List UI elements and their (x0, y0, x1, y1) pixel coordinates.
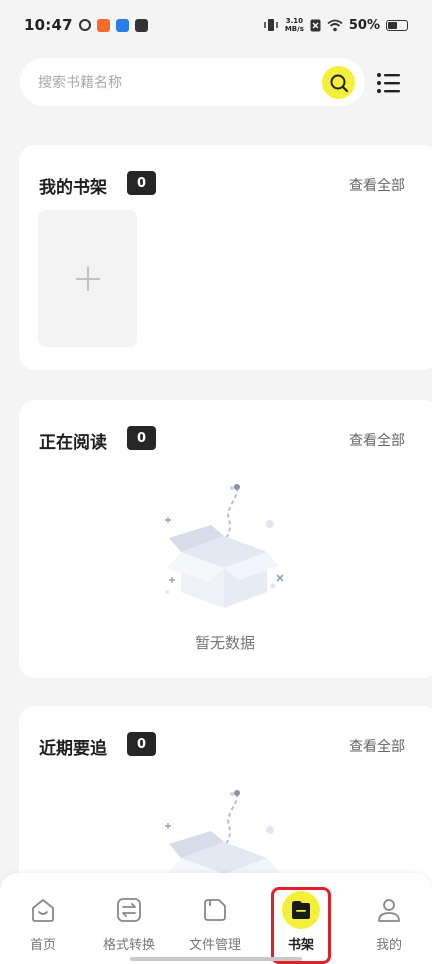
battery-percent: 50% (348, 17, 380, 33)
section-title: 近期要追 (39, 739, 107, 759)
net-speed-value: 3.10 (285, 17, 303, 25)
section-title: 我的书架 (39, 178, 107, 198)
app-notification-icon (78, 19, 91, 31)
status-bar: 10:47 3.10 MB/s 50% (0, 0, 432, 50)
count-badge: 0 (127, 732, 156, 756)
nav-label: 首页 (29, 938, 56, 953)
view-all-link[interactable]: 查看全部 (349, 736, 405, 756)
section-title: 正在阅读 (39, 433, 107, 453)
search-bar[interactable]: 搜索书籍名称 (20, 58, 365, 106)
status-time: 10:47 (24, 16, 73, 34)
status-right: 3.10 MB/s 50% (263, 17, 408, 33)
home-indicator[interactable] (130, 957, 302, 961)
nav-item-files[interactable]: 文件管理 (172, 873, 258, 964)
count-badge: 0 (127, 171, 156, 195)
message-icon (134, 18, 148, 32)
net-speed: 3.10 MB/s (285, 17, 304, 33)
net-speed-unit: MB/s (284, 25, 304, 33)
search-input[interactable]: 搜索书籍名称 (38, 72, 122, 92)
add-book-button[interactable] (38, 210, 137, 347)
search-icon (330, 74, 348, 92)
nav-label: 格式转换 (102, 938, 155, 953)
plus-icon (75, 266, 100, 291)
list-menu-button[interactable] (376, 70, 402, 96)
highlight-annotation (271, 887, 331, 964)
bookshelf-card: 我的书架 0 查看全部 (19, 145, 432, 370)
count-badge: 0 (127, 426, 156, 450)
search-button[interactable] (322, 66, 355, 99)
convert-icon (114, 895, 144, 925)
profile-icon (374, 895, 404, 925)
nav-item-convert[interactable]: 格式转换 (86, 873, 172, 964)
file-icon (200, 895, 230, 925)
list-menu-icon (377, 73, 400, 93)
status-left: 10:47 (24, 16, 148, 34)
bottom-nav: 首页 格式转换 文件管理 书架 我的 (0, 873, 432, 964)
view-all-link[interactable]: 查看全部 (349, 175, 405, 195)
app-notification-icon (96, 18, 110, 32)
empty-text: 暂无数据 (194, 634, 255, 652)
nav-item-profile[interactable]: 我的 (346, 873, 432, 964)
view-all-link[interactable]: 查看全部 (349, 430, 405, 450)
app-notification-icon (115, 18, 129, 32)
nav-item-home[interactable]: 首页 (0, 873, 86, 964)
battery-icon (386, 19, 408, 31)
home-icon (28, 895, 58, 925)
nav-label: 文件管理 (188, 938, 241, 953)
reading-card: 正在阅读 0 查看全部 暂无数据 (19, 400, 432, 678)
empty-box-illustration (165, 484, 284, 608)
vibrate-icon (264, 19, 278, 31)
wifi-icon (327, 19, 343, 31)
nav-label: 我的 (375, 938, 402, 953)
sim-off-icon (310, 19, 321, 31)
